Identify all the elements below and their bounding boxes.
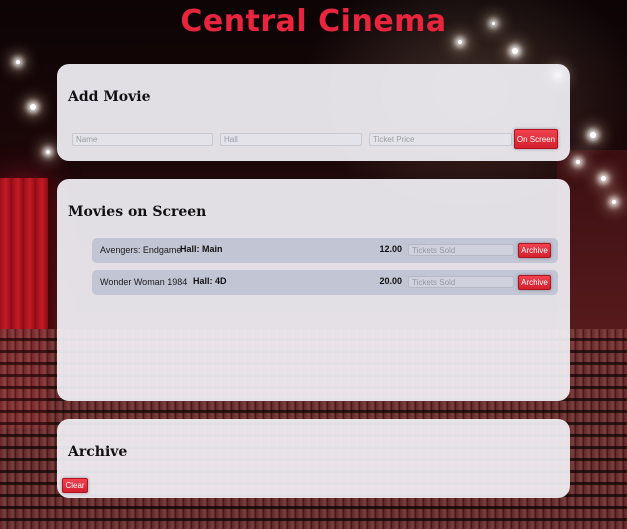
archive-heading: Archive <box>68 444 128 460</box>
movie-row: Avengers: Endgame Hall: Main 12.00 Archi… <box>92 238 558 263</box>
clear-button[interactable]: Clear <box>62 478 88 493</box>
add-movie-heading: Add Movie <box>68 89 151 105</box>
movie-name: Avengers: Endgame <box>100 245 182 255</box>
movies-on-screen-panel: Movies on Screen Avengers: Endgame Hall:… <box>57 179 570 401</box>
movie-row: Wonder Woman 1984 Hall: 4D 20.00 Archive <box>92 270 558 295</box>
sparkle-icon <box>30 104 36 110</box>
add-movie-panel: Add Movie On Screen <box>57 64 570 161</box>
page-title: Central Cinema <box>180 4 447 39</box>
sparkle-icon <box>458 40 462 44</box>
movie-hall-input[interactable] <box>220 133 362 146</box>
archive-panel: Archive Clear <box>57 419 570 498</box>
archive-button[interactable]: Archive <box>518 275 551 290</box>
sparkle-icon <box>576 160 580 164</box>
movie-hall: Hall: Main <box>180 244 223 254</box>
movie-price: 20.00 <box>379 276 402 286</box>
sparkle-icon <box>601 176 606 181</box>
movie-price: 12.00 <box>379 244 402 254</box>
ticket-price-input[interactable] <box>369 133 512 146</box>
movies-on-screen-heading: Movies on Screen <box>68 204 207 220</box>
tickets-sold-input[interactable] <box>408 276 514 288</box>
sparkle-icon <box>16 60 20 64</box>
movie-name: Wonder Woman 1984 <box>100 277 188 287</box>
sparkle-icon <box>590 132 596 138</box>
archive-button[interactable]: Archive <box>518 243 551 258</box>
sparkle-icon <box>612 200 616 204</box>
on-screen-button[interactable]: On Screen <box>514 129 558 149</box>
movie-name-input[interactable] <box>72 133 213 146</box>
sparkle-icon <box>46 150 50 154</box>
sparkle-icon <box>512 48 518 54</box>
tickets-sold-input[interactable] <box>408 244 514 256</box>
movie-hall: Hall: 4D <box>193 276 227 286</box>
